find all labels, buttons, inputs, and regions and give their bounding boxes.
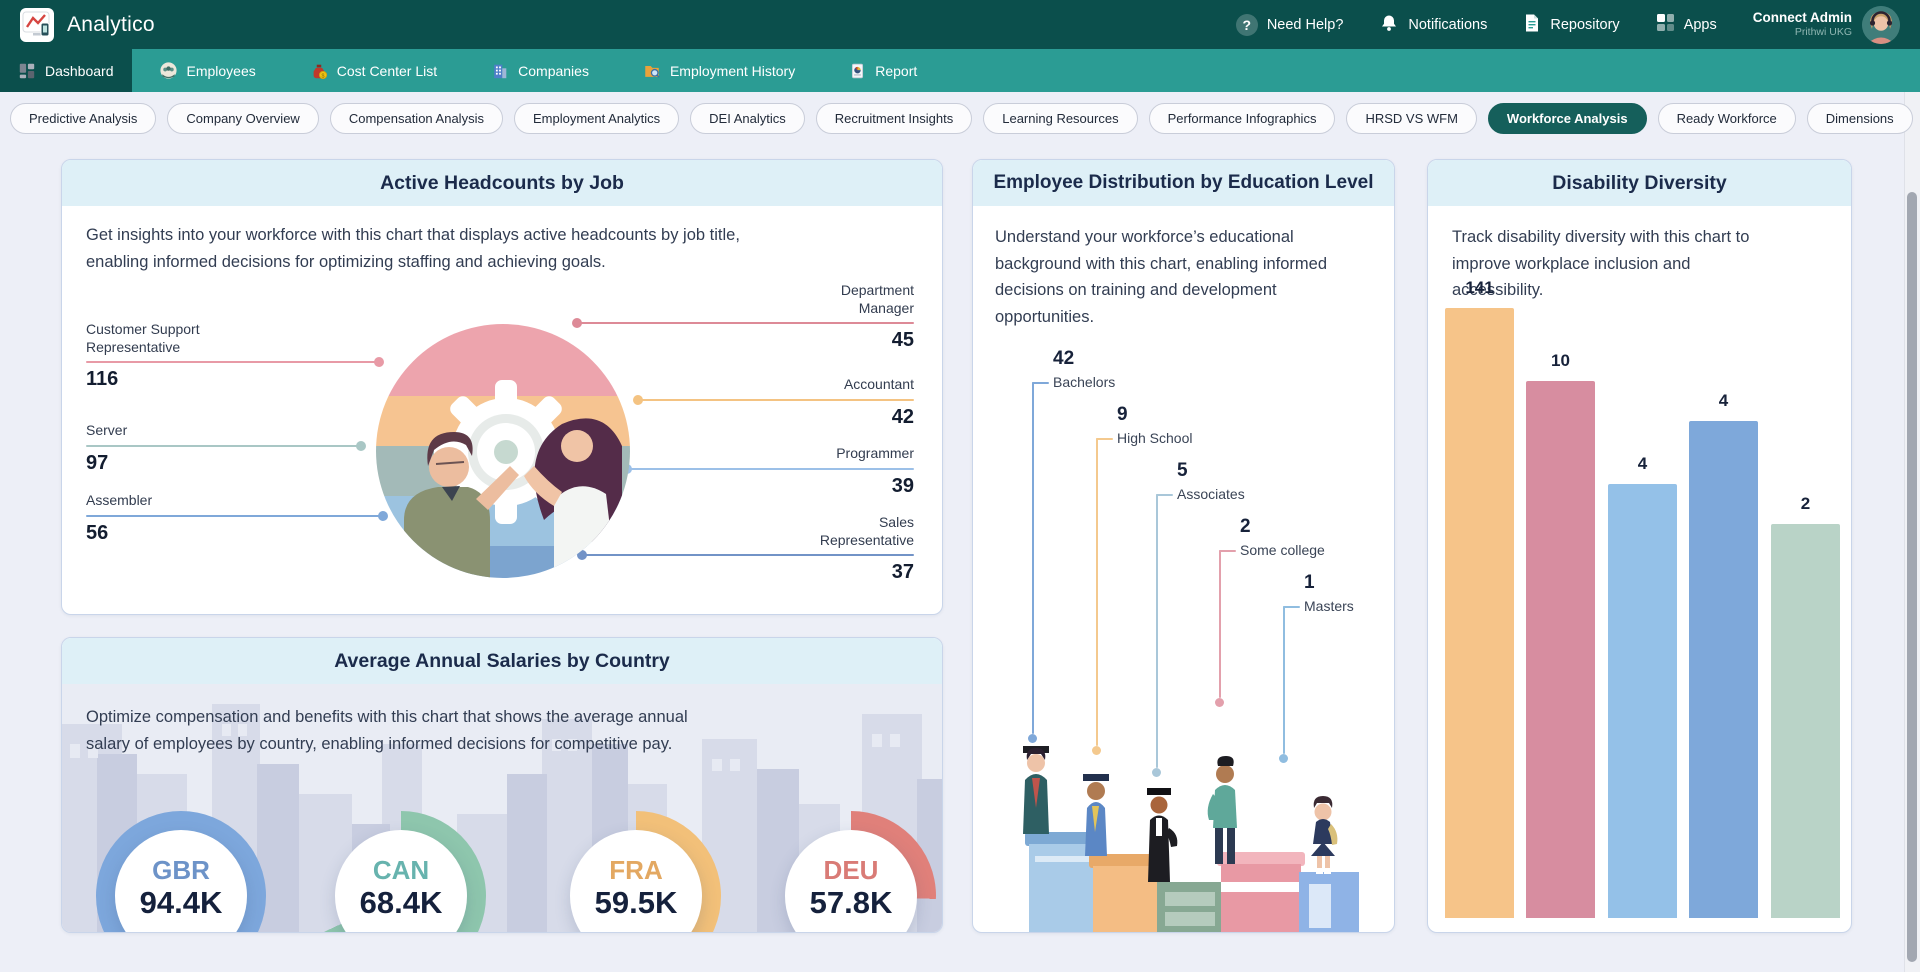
chart-bar[interactable] — [1445, 308, 1514, 918]
education-label: Some college — [1240, 542, 1325, 558]
callout-dot — [1215, 698, 1224, 707]
salary-value: 57.8K — [810, 886, 893, 920]
card-title: Disability Diversity — [1428, 160, 1851, 206]
document-icon — [1523, 13, 1541, 37]
bar-value: 141 — [1445, 278, 1514, 298]
pill-performance-infographics[interactable]: Performance Infographics — [1149, 103, 1336, 134]
pill-dimensions[interactable]: Dimensions — [1807, 103, 1913, 134]
app-header: Analytico ? Need Help? Notifications Rep… — [0, 0, 1920, 49]
scrollbar-track[interactable] — [1904, 92, 1920, 972]
money-bag-icon: $ — [310, 62, 328, 80]
chart-bar[interactable] — [1689, 421, 1758, 918]
apps-button[interactable]: Apps — [1656, 13, 1717, 36]
pill-workforce-analysis[interactable]: Workforce Analysis — [1488, 103, 1647, 134]
bar-value: 4 — [1608, 454, 1677, 474]
callout-sales-representative: Sales Representative 37 — [582, 514, 914, 584]
card-disability-diversity: Disability Diversity Track disability di… — [1427, 159, 1852, 933]
education-label: Bachelors — [1053, 374, 1115, 390]
tab-companies[interactable]: Companies — [464, 49, 616, 92]
education-label: Associates — [1177, 486, 1245, 502]
education-label: High School — [1117, 430, 1193, 446]
card-title: Active Headcounts by Job — [62, 160, 942, 206]
callout-department-manager: Department Manager 45 — [577, 282, 914, 352]
card-average-salaries: Average Annual Salaries by Country — [61, 637, 943, 933]
callout-dot — [374, 357, 384, 367]
card-education-distribution: Employee Distribution by Education Level… — [972, 159, 1395, 933]
country-code: FRA — [609, 856, 662, 886]
card-description: Understand your workforce’s educational … — [995, 224, 1367, 331]
card-title: Average Annual Salaries by Country — [62, 638, 942, 684]
card-title: Employee Distribution by Education Level — [973, 160, 1394, 206]
tab-cost-center-list[interactable]: $ Cost Center List — [283, 49, 464, 92]
employees-icon — [159, 61, 178, 80]
tab-dashboard[interactable]: Dashboard — [0, 49, 132, 92]
dashboard-icon — [18, 62, 36, 80]
scrollbar-thumb[interactable] — [1907, 192, 1917, 962]
pill-dei-analytics[interactable]: DEI Analytics — [690, 103, 805, 134]
education-value: 9 — [1117, 404, 1128, 426]
chart-bar[interactable] — [1771, 524, 1840, 918]
pill-compensation-analysis[interactable]: Compensation Analysis — [330, 103, 503, 134]
education-value: 5 — [1177, 460, 1188, 482]
help-icon: ? — [1236, 14, 1258, 36]
bar-value: 2 — [1771, 494, 1840, 514]
callout-dot — [572, 318, 582, 328]
tab-bar: Dashboard Employees $ Cost Center List C… — [0, 49, 1920, 92]
pill-company-overview[interactable]: Company Overview — [167, 103, 318, 134]
headcount-illustration — [376, 324, 630, 578]
svg-text:$: $ — [321, 73, 324, 79]
repository-button[interactable]: Repository — [1523, 13, 1619, 37]
user-org: Prithwi UKG — [1753, 26, 1852, 39]
apps-grid-icon — [1656, 13, 1675, 36]
country-code: DEU — [824, 856, 879, 886]
education-value: 42 — [1053, 348, 1074, 370]
pill-hrsd-vs-wfm[interactable]: HRSD VS WFM — [1346, 103, 1476, 134]
education-value: 2 — [1240, 516, 1251, 538]
country-code: GBR — [152, 856, 210, 886]
chart-bar[interactable] — [1608, 484, 1677, 918]
students-illustration — [1001, 716, 1367, 933]
callout-dot — [356, 441, 366, 451]
callout-programmer: Programmer 39 — [627, 445, 914, 498]
tab-employment-history[interactable]: Employment History — [616, 49, 822, 92]
callout-dot — [633, 395, 643, 405]
tab-report[interactable]: Report — [822, 49, 944, 92]
salary-value: 68.4K — [360, 886, 443, 920]
country-code: CAN — [373, 856, 429, 886]
education-value: 1 — [1304, 572, 1315, 594]
user-name: Connect Admin — [1753, 10, 1852, 26]
user-menu[interactable]: Connect Admin Prithwi UKG — [1753, 6, 1900, 44]
bar-value: 4 — [1689, 391, 1758, 411]
bell-icon — [1379, 13, 1399, 37]
card-description: Get insights into your workforce with th… — [86, 222, 796, 275]
avatar[interactable] — [1862, 6, 1900, 44]
card-active-headcounts: Active Headcounts by Job Get insights in… — [61, 159, 943, 615]
callout-dot — [378, 511, 388, 521]
callout-customer-support: Customer Support Representative 116 — [86, 321, 379, 391]
pill-learning-resources[interactable]: Learning Resources — [983, 103, 1137, 134]
folder-search-icon — [643, 62, 661, 80]
salary-value: 59.5K — [595, 886, 678, 920]
app-logo-icon — [20, 8, 54, 42]
tab-employees[interactable]: Employees — [132, 49, 283, 92]
chart-bar[interactable] — [1526, 381, 1595, 918]
salary-value: 94.4K — [140, 886, 223, 920]
app-title: Analytico — [67, 13, 155, 37]
bar-value: 10 — [1526, 351, 1595, 371]
pill-ready-workforce[interactable]: Ready Workforce — [1658, 103, 1796, 134]
building-icon — [491, 62, 509, 80]
need-help-button[interactable]: ? Need Help? — [1236, 14, 1344, 36]
pill-predictive-analysis[interactable]: Predictive Analysis — [10, 103, 156, 134]
callout-assembler: Assembler 56 — [86, 492, 383, 545]
callout-server: Server 97 — [86, 422, 361, 475]
pill-recruitment-insights[interactable]: Recruitment Insights — [816, 103, 973, 134]
education-label: Masters — [1304, 598, 1354, 614]
card-description: Optimize compensation and benefits with … — [86, 704, 736, 757]
callout-accountant: Accountant 42 — [638, 376, 914, 429]
notifications-button[interactable]: Notifications — [1379, 13, 1487, 37]
pill-employment-analytics[interactable]: Employment Analytics — [514, 103, 679, 134]
report-icon — [849, 62, 866, 80]
filter-pill-bar: Predictive Analysis Company Overview Com… — [10, 103, 1913, 134]
